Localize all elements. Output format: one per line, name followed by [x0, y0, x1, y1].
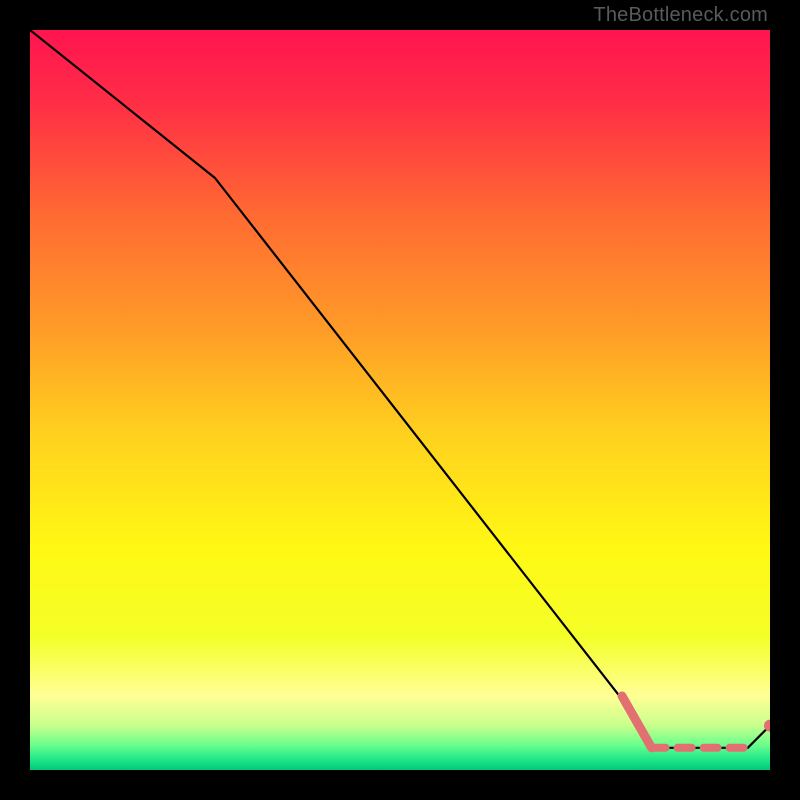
chart-canvas: [30, 30, 770, 770]
watermark-text: TheBottleneck.com: [593, 4, 768, 27]
gradient-background: [30, 30, 770, 770]
